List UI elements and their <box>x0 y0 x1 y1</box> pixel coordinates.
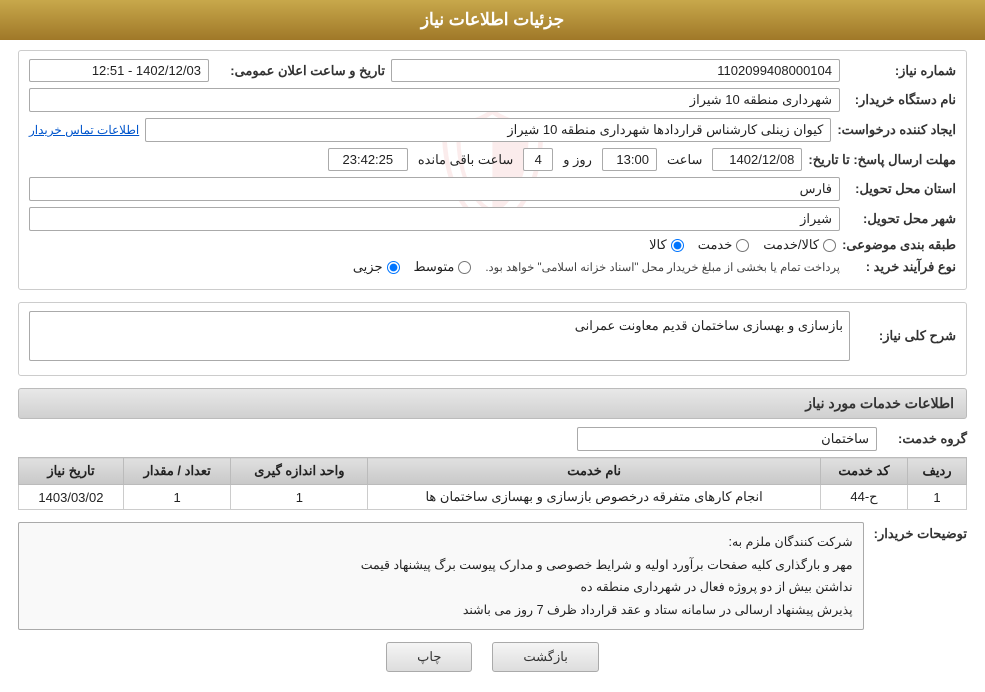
province-label: استان محل تحویل: <box>846 181 956 197</box>
cell-name: انجام کارهای متفرقه درخصوص بازسازی و بهس… <box>368 485 821 510</box>
contact-link[interactable]: اطلاعات تماس خریدار <box>29 123 139 137</box>
remaining-time: 23:42:25 <box>328 148 408 171</box>
creator-label: ایجاد کننده درخواست: <box>837 122 956 138</box>
col-code: کد خدمت <box>820 458 907 485</box>
province-value: فارس <box>29 177 840 201</box>
cell-unit: 1 <box>231 485 368 510</box>
radio-medium: متوسط <box>414 259 472 275</box>
purchase-note: پرداخت تمام یا بخشی از مبلغ خریدار محل "… <box>485 260 840 274</box>
radio-goods: کالا <box>649 237 684 253</box>
days-value: 4 <box>523 148 553 171</box>
description-title: شرح کلی نیاز: <box>856 328 956 344</box>
radio-goods-service-input[interactable] <box>823 239 836 252</box>
notes-line: نداشتن بیش از دو پروژه فعال در شهرداری م… <box>29 576 853 599</box>
page-title: جزئیات اطلاعات نیاز <box>421 10 564 29</box>
response-date: 1402/12/08 <box>712 148 802 171</box>
description-value: بازسازی و بهسازی ساختمان قدیم معاونت عمر… <box>29 311 850 361</box>
radio-partial: جزیی <box>353 259 400 275</box>
notes-line: شرکت کنندگان ملزم به: <box>29 531 853 554</box>
cell-date: 1403/03/02 <box>19 485 124 510</box>
category-goods-service-label: کالا/خدمت <box>763 237 819 253</box>
radio-service-input[interactable] <box>736 239 749 252</box>
category-radio-group: کالا/خدمت خدمت کالا <box>649 237 836 253</box>
response-deadline-label: مهلت ارسال پاسخ: تا تاریخ: <box>808 152 956 168</box>
buttons-row: بازگشت چاپ <box>18 642 967 672</box>
services-table: ردیف کد خدمت نام خدمت واحد اندازه گیری ت… <box>18 457 967 510</box>
buyer-org-value: شهرداری منطقه 10 شیراز <box>29 88 840 112</box>
print-button[interactable]: چاپ <box>386 642 472 672</box>
city-label: شهر محل تحویل: <box>846 211 956 227</box>
col-unit: واحد اندازه گیری <box>231 458 368 485</box>
table-header-row: ردیف کد خدمت نام خدمت واحد اندازه گیری ت… <box>19 458 967 485</box>
days-label: روز و <box>563 152 592 168</box>
category-service-label: خدمت <box>698 237 733 253</box>
service-group-row: گروه خدمت: ساختمان <box>18 427 967 451</box>
radio-goods-input[interactable] <box>671 239 684 252</box>
buyer-org-label: نام دستگاه خریدار: <box>846 92 956 108</box>
col-name: نام خدمت <box>368 458 821 485</box>
notes-line: پذیرش پیشنهاد ارسالی در سامانه ستاد و عق… <box>29 599 853 622</box>
purchase-type-radio-group: پرداخت تمام یا بخشی از مبلغ خریدار محل "… <box>353 259 840 275</box>
back-button[interactable]: بازگشت <box>492 642 598 672</box>
table-row: 1 ح-44 انجام کارهای متفرقه درخصوص بازساز… <box>19 485 967 510</box>
col-row: ردیف <box>908 458 967 485</box>
radio-medium-input[interactable] <box>458 261 471 274</box>
cell-row: 1 <box>908 485 967 510</box>
city-value: شیراز <box>29 207 840 231</box>
col-date: تاریخ نیاز <box>19 458 124 485</box>
purchase-type-label: نوع فرآیند خرید : <box>846 259 956 275</box>
creator-value: کیوان زینلی کارشناس قراردادها شهرداری من… <box>145 118 831 142</box>
radio-service: خدمت <box>698 237 750 253</box>
buyer-notes-section: توضیحات خریدار: شرکت کنندگان ملزم به:مهر… <box>18 522 967 630</box>
announce-label: تاریخ و ساعت اعلان عمومی: <box>215 63 385 79</box>
cell-quantity: 1 <box>123 485 231 510</box>
need-number-value: 1102099408000104 <box>391 59 840 82</box>
cell-code: ح-44 <box>820 485 907 510</box>
purchase-partial-label: جزیی <box>353 259 383 275</box>
category-goods-label: کالا <box>649 237 667 253</box>
service-group-label: گروه خدمت: <box>887 431 967 447</box>
notes-line: مهر و بارگذاری کلیه صفحات برآورد اولیه و… <box>29 554 853 577</box>
response-time: 13:00 <box>602 148 657 171</box>
col-quantity: تعداد / مقدار <box>123 458 231 485</box>
description-section: شرح کلی نیاز: بازسازی و بهسازی ساختمان ق… <box>18 302 967 376</box>
page-header: جزئیات اطلاعات نیاز <box>0 0 985 40</box>
buyer-notes-box: شرکت کنندگان ملزم به:مهر و بارگذاری کلیه… <box>18 522 864 630</box>
need-number-label: شماره نیاز: <box>846 63 956 79</box>
services-section-title: اطلاعات خدمات مورد نیاز <box>18 388 967 419</box>
announce-value: 1402/12/03 - 12:51 <box>29 59 209 82</box>
remaining-label: ساعت باقی مانده <box>418 152 513 168</box>
radio-partial-input[interactable] <box>387 261 400 274</box>
radio-goods-service: کالا/خدمت <box>763 237 836 253</box>
category-label: طبقه بندی موضوعی: <box>842 237 956 253</box>
service-group-value: ساختمان <box>577 427 877 451</box>
purchase-medium-label: متوسط <box>414 259 455 275</box>
response-time-label: ساعت <box>667 152 702 168</box>
buyer-notes-label: توضیحات خریدار: <box>874 522 967 542</box>
services-section: گروه خدمت: ساختمان ردیف کد خدمت نام خدمت… <box>18 427 967 510</box>
